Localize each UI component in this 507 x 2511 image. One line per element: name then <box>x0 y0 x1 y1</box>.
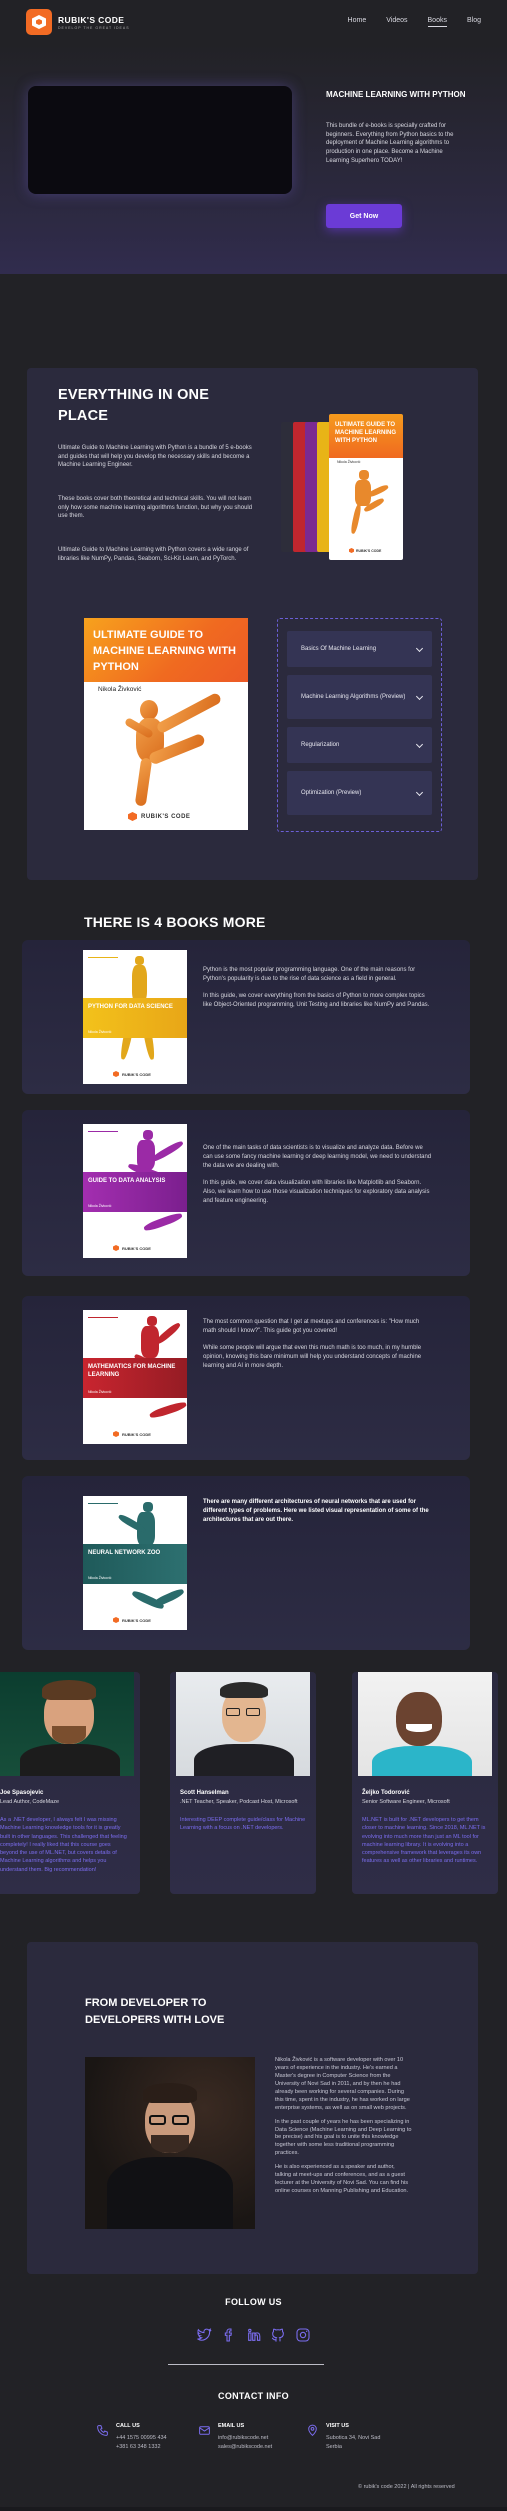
github-icon[interactable] <box>270 2327 286 2343</box>
rubiks-code-logo-icon <box>113 1071 119 1077</box>
contact-info-title: CONTACT INFO <box>218 2391 289 2401</box>
chevron-down-icon <box>415 692 424 700</box>
location-pin-icon <box>308 2424 317 2437</box>
brand-tagline: DEVELOP THE GREAT IDEAS <box>58 25 130 30</box>
social-links <box>196 2327 311 2343</box>
book-cover-neural-network-zoo: NEURAL NETWORK ZOO Nikola Živković RUBIK… <box>83 1496 187 1630</box>
call-us-label: CALL US <box>116 2423 140 2429</box>
book-description-data-analysis: One of the main tasks of data scientists… <box>203 1145 432 1204</box>
testimonial-card-2: Scott Hanselman .NET Teacher, Speaker, P… <box>170 1672 316 1894</box>
brand-logo[interactable]: RUBIK'S CODE DEVELOP THE GREAT IDEAS <box>26 9 130 35</box>
author-photo <box>85 2057 255 2229</box>
ultimate-guide-cover: ULTIMATE GUIDE TO MACHINE LEARNING WITH … <box>84 618 248 830</box>
email-address[interactable]: info@rubikscode.net <box>218 2435 268 2443</box>
rubiks-code-logo-icon <box>26 9 52 35</box>
follow-us-title: FOLLOW US <box>225 2297 282 2307</box>
address-line: Subotica 34, Novi Sad <box>326 2435 381 2441</box>
books-more-title: THERE IS 4 BOOKS MORE <box>84 914 266 930</box>
chevron-down-icon <box>415 740 424 748</box>
book-description-mathematics: The most common question that I get at m… <box>203 1319 422 1369</box>
testimonials-carousel: Joe Spasojevic Lead Author, CodeMaze As … <box>0 1672 507 1900</box>
testimonial-name: Scott Hanselman <box>180 1790 229 1796</box>
email-address[interactable]: sales@rubikscode.net <box>218 2444 272 2452</box>
copyright: © rubik's code 2022 | All rights reserve… <box>358 2484 455 2490</box>
testimonial-role: Lead Author, CodeMaze <box>0 1799 60 1805</box>
cover-title: ULTIMATE GUIDE TO MACHINE LEARNING WITH … <box>93 629 236 673</box>
facebook-icon[interactable] <box>221 2327 237 2343</box>
divider <box>168 2364 324 2365</box>
nav-books[interactable]: Books <box>427 17 447 27</box>
about-author-title: FROM DEVELOPER TO DEVELOPERS WITH LOVE <box>85 1997 225 2026</box>
book-cover-title: MATHEMATICS FOR MACHINE LEARNING <box>88 1364 176 1379</box>
visit-us-label: VISIT US <box>326 2423 349 2429</box>
testimonial-card-1: Joe Spasojevic Lead Author, CodeMaze As … <box>0 1672 140 1894</box>
book-cover-python: PYTHON FOR DATA SCIENCE Nikola Živković … <box>83 950 187 1084</box>
testimonial-card-3: Željko Todorović Senior Software Enginee… <box>352 1672 498 1894</box>
accordion-machine-learning-algorithms[interactable]: Machine Learning Algorithms (Preview) <box>287 675 432 719</box>
hero-description: This bundle of e-books is specially craf… <box>326 123 454 164</box>
contents-accordion: Basics Of Machine Learning Machine Learn… <box>277 618 442 832</box>
kicking-figure-icon <box>347 470 390 540</box>
accordion-basics-of-machine-learning[interactable]: Basics Of Machine Learning <box>287 631 432 667</box>
hero-title: MACHINE LEARNING WITH PYTHON <box>326 90 466 99</box>
address-line: Serbia <box>326 2444 342 2450</box>
brand-name: RUBIK'S CODE <box>58 14 125 25</box>
box-cover-author: Nikola Živković <box>337 460 361 464</box>
box-cover-title: ULTIMATE GUIDE TO MACHINE LEARNING WITH … <box>335 422 396 444</box>
cover-brand: RUBIK'S CODE <box>141 813 191 820</box>
about-author-text: Nikola Živković is a software developer … <box>275 2057 412 2195</box>
box-cover-brand: RUBIK'S CODE <box>356 548 382 553</box>
twitter-icon[interactable] <box>196 2327 212 2343</box>
testimonial-name: Joe Spasojevic <box>0 1790 44 1796</box>
rubiks-code-logo-icon <box>128 812 137 821</box>
avatar <box>176 1672 310 1776</box>
get-now-button[interactable]: Get Now <box>326 204 402 228</box>
accordion-regularization[interactable]: Regularization <box>287 727 432 763</box>
cover-author: Nikola Živković <box>93 685 147 694</box>
book-description-python: Python is the most popular programming l… <box>203 967 430 1008</box>
chevron-down-icon <box>415 644 424 652</box>
avatar <box>358 1672 492 1776</box>
main-nav: Home Videos Books Blog <box>348 17 481 27</box>
testimonial-name: Željko Todorović <box>362 1790 410 1796</box>
nav-blog[interactable]: Blog <box>467 17 481 27</box>
book-cover-title: GUIDE TO DATA ANALYSIS <box>88 1178 166 1184</box>
nav-videos[interactable]: Videos <box>386 17 407 27</box>
nav-home[interactable]: Home <box>348 17 367 27</box>
rubiks-code-logo-icon <box>113 1245 119 1251</box>
email-us-label: EMAIL US <box>218 2423 245 2429</box>
book-cover-title: PYTHON FOR DATA SCIENCE <box>88 1004 173 1010</box>
intro-paragraph-3: Ultimate Guide to Machine Learning with … <box>58 547 249 562</box>
book-cover-mathematics: MATHEMATICS FOR MACHINE LEARNING Nikola … <box>83 1310 187 1444</box>
testimonial-quote: Interesting DEEP complete guide/class fo… <box>180 1817 306 1832</box>
avatar <box>0 1672 134 1776</box>
intro-paragraph-1: Ultimate Guide to Machine Learning with … <box>58 445 252 469</box>
book-cover-data-analysis: GUIDE TO DATA ANALYSIS Nikola Živković R… <box>83 1124 187 1258</box>
page: RUBIK'S CODE DEVELOP THE GREAT IDEAS Hom… <box>0 0 507 2511</box>
phone-icon <box>97 2425 108 2436</box>
hero-section: MACHINE LEARNING WITH PYTHON This bundle… <box>0 44 507 274</box>
instagram-icon[interactable] <box>295 2327 311 2343</box>
hero-video-player[interactable] <box>28 86 292 194</box>
rubiks-code-logo-icon <box>113 1431 119 1437</box>
mail-icon <box>199 2426 210 2435</box>
site-header: RUBIK'S CODE DEVELOP THE GREAT IDEAS Hom… <box>0 0 507 44</box>
intro-title: EVERYTHING IN ONE PLACE <box>58 387 210 425</box>
book-cover-title: NEURAL NETWORK ZOO <box>88 1550 161 1556</box>
testimonial-quote: ML.NET is built for .NET developers to g… <box>362 1817 486 1865</box>
bundle-box-front: ULTIMATE GUIDE TO MACHINE LEARNING WITH … <box>329 414 403 560</box>
linkedin-icon[interactable] <box>246 2327 262 2343</box>
testimonial-quote: As a .NET developer, I always felt I was… <box>0 1817 127 1873</box>
intro-paragraph-2: These books cover both theoretical and t… <box>58 496 253 520</box>
book-description-neural-network-zoo: There are many different architectures o… <box>203 1499 429 1523</box>
bundle-box-image: ULTIMATE GUIDE TO MACHINE LEARNING WITH … <box>273 414 407 564</box>
testimonial-role: Senior Software Engineer, Microsoft <box>362 1799 450 1805</box>
phone-number[interactable]: +44 1575 00995 434 <box>116 2435 167 2443</box>
phone-number[interactable]: +381 63 348 1332 <box>116 2444 161 2452</box>
chevron-down-icon <box>415 788 424 796</box>
testimonial-role: .NET Teacher, Speaker, Podcast Host, Mic… <box>180 1799 298 1805</box>
rubiks-code-logo-icon <box>113 1617 119 1623</box>
accordion-optimization[interactable]: Optimization (Preview) <box>287 771 432 815</box>
